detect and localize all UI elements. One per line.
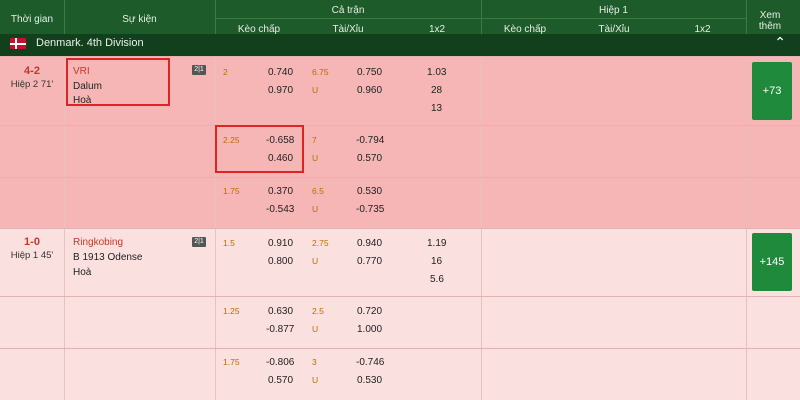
under-odds[interactable]: 0.770 <box>357 256 382 267</box>
under-odds[interactable]: 0.530 <box>357 375 382 386</box>
chevron-up-icon[interactable]: ⌃ <box>774 34 786 51</box>
under-label: U <box>312 204 319 214</box>
handicap-away-odds[interactable]: 0.800 <box>268 256 293 267</box>
over-odds[interactable]: 0.940 <box>357 238 382 249</box>
header-half: Hiệp 1 <box>599 4 628 16</box>
under-label: U <box>312 85 319 95</box>
header-more: Xem thêm <box>758 10 782 32</box>
draw-odds[interactable]: 5.6 <box>430 274 444 285</box>
ou-line: 6.75 <box>312 67 329 77</box>
home-win-odds[interactable]: 1.19 <box>427 238 446 249</box>
handicap-line: 1.75 <box>223 186 240 196</box>
match-row: 2.25 -0.658 0.460 7 U -0.794 0.570 <box>0 125 800 177</box>
handicap-line: 1.5 <box>223 238 235 248</box>
away-win-odds[interactable]: 28 <box>431 85 442 96</box>
under-odds[interactable]: 0.570 <box>357 153 382 164</box>
ou-line: 2.75 <box>312 238 329 248</box>
draw-odds[interactable]: 13 <box>431 103 442 114</box>
under-odds[interactable]: -0.735 <box>356 204 384 215</box>
under-odds[interactable]: 1.000 <box>357 324 382 335</box>
over-odds[interactable]: -0.794 <box>356 135 384 146</box>
handicap-away-odds[interactable]: 0.570 <box>268 375 293 386</box>
handicap-home-odds[interactable]: 0.630 <box>268 306 293 317</box>
handicap-away-odds[interactable]: 0.970 <box>268 85 293 96</box>
under-odds[interactable]: 0.960 <box>357 85 382 96</box>
over-odds[interactable]: 0.720 <box>357 306 382 317</box>
match-row: 1.75 -0.806 0.570 3 U -0.746 0.530 <box>0 348 800 400</box>
header-event: Sự kiện <box>122 13 157 25</box>
handicap-home-odds[interactable]: 0.910 <box>268 238 293 249</box>
match-row: 1.25 0.630 -0.877 2.5 U 0.720 1.000 <box>0 296 800 348</box>
match-score: 4-2 <box>24 65 40 77</box>
over-odds[interactable]: -0.746 <box>356 357 384 368</box>
home-win-odds[interactable]: 1.03 <box>427 67 446 78</box>
highlight-box-teams <box>66 58 170 106</box>
match-row: 1.75 0.370 -0.543 6.5 U 0.530 -0.735 <box>0 177 800 228</box>
handicap-line: 1.25 <box>223 306 240 316</box>
handicap-away-odds[interactable]: -0.877 <box>266 324 294 335</box>
handicap-line: 2 <box>223 67 228 77</box>
stats-icon[interactable]: 2|1 <box>192 237 206 247</box>
handicap-home-odds[interactable]: 0.370 <box>268 186 293 197</box>
ou-line: 3 <box>312 357 317 367</box>
over-odds[interactable]: 0.750 <box>357 67 382 78</box>
stats-icon[interactable]: 2|1 <box>192 65 206 75</box>
denmark-flag-icon <box>10 38 26 49</box>
ou-line: 6.5 <box>312 186 324 196</box>
league-name: Denmark. 4th Division <box>36 37 144 49</box>
handicap-home-odds[interactable]: 0.740 <box>268 67 293 78</box>
under-label: U <box>312 375 319 385</box>
match-score: 1-0 <box>24 236 40 248</box>
header-full-match: Cả trận <box>331 4 365 16</box>
ou-line: 2.5 <box>312 306 324 316</box>
more-markets-button[interactable]: +145 <box>752 233 792 291</box>
match-row: 1-0 Hiệp 1 45' Ringkobing B 1913 Odense … <box>0 228 800 296</box>
header-time: Thời gian <box>10 13 54 25</box>
draw-label: Hoà <box>73 267 92 278</box>
handicap-line: 1.75 <box>223 357 240 367</box>
under-label: U <box>312 153 319 163</box>
handicap-away-odds[interactable]: -0.543 <box>266 204 294 215</box>
away-win-odds[interactable]: 16 <box>431 256 442 267</box>
odds-table: Thời gian Sự kiện Cả trận Hiệp 1 Kèo chấ… <box>0 0 800 400</box>
more-markets-button[interactable]: +73 <box>752 62 792 120</box>
over-odds[interactable]: 0.530 <box>357 186 382 197</box>
under-label: U <box>312 256 319 266</box>
highlight-box-odds <box>215 125 304 173</box>
ou-line: 7 <box>312 135 317 145</box>
handicap-home-odds[interactable]: -0.806 <box>266 357 294 368</box>
home-team[interactable]: Ringkobing <box>73 237 123 248</box>
league-bar[interactable]: Denmark. 4th Division ⌃ <box>0 34 800 56</box>
under-label: U <box>312 324 319 334</box>
away-team[interactable]: B 1913 Odense <box>73 252 143 263</box>
match-period: Hiệp 2 71' <box>10 79 54 90</box>
match-period: Hiệp 1 45' <box>10 250 54 261</box>
